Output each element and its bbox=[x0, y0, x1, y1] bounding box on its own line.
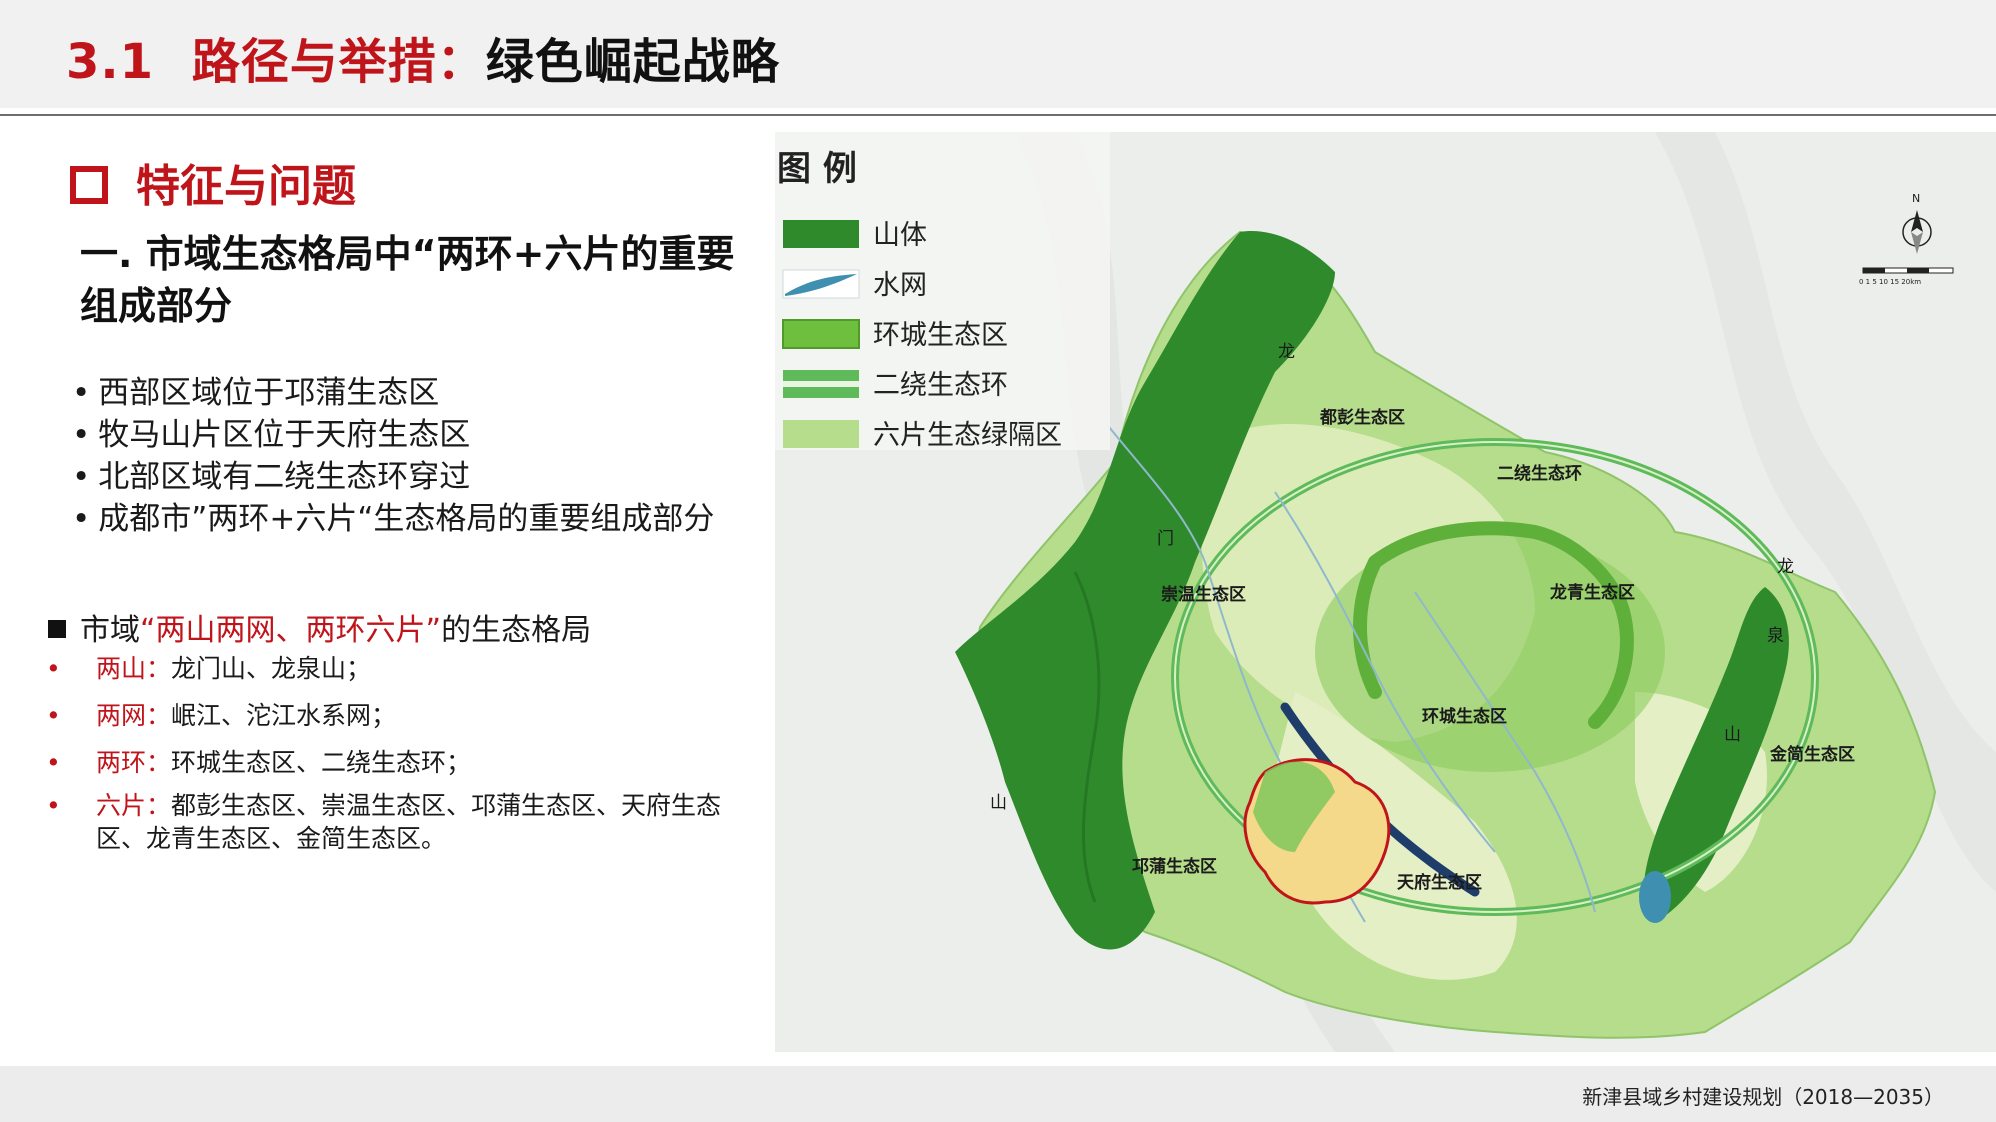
list-item: 成都市”两环+六片“生态格局的重要组成部分 bbox=[72, 498, 714, 540]
hollow-square-icon bbox=[70, 166, 108, 204]
title-black-part: 绿色崛起战略 bbox=[485, 34, 780, 90]
ecological-pattern-list: 两山：龙门山、龙泉山； 两网：岷江、沱江水系网； 两环：环城生态区、二绕生态环；… bbox=[44, 652, 764, 869]
ecological-pattern-map: 图 例 山体 水网 环城生态区 二绕生态环 六片生态绿隔区 N 0 1 5 10… bbox=[775, 132, 1996, 1052]
footer-text: 新津县域乡村建设规划（2018—2035） bbox=[1582, 1085, 1944, 1109]
legend-swatch-greenbelt bbox=[783, 420, 859, 448]
filled-square-icon bbox=[48, 619, 66, 638]
mountain-char: 山 bbox=[1724, 725, 1741, 745]
mountain-char: 龙 bbox=[1278, 342, 1295, 362]
scale-bar bbox=[1862, 267, 1954, 274]
pattern-text: 岷江、沱江水系网； bbox=[171, 701, 397, 730]
legend-label: 环城生态区 bbox=[873, 320, 1008, 351]
feature-bullet-list: 西部区域位于邛蒲生态区 牧马山片区位于天府生态区 北部区域有二绕生态环穿过 成都… bbox=[72, 372, 714, 540]
list-item: 六片：都彭生态区、崇温生态区、邛蒲生态区、天府生态区、龙青生态区、金简生态区。 bbox=[44, 789, 764, 855]
page-title: 3.1 路径与举措：绿色崛起战略 bbox=[66, 22, 780, 92]
legend-title: 图 例 bbox=[777, 149, 857, 189]
ecological-pattern-heading: 市域“两山两网、两环六片”的生态格局 bbox=[48, 605, 591, 649]
legend-label: 六片生态绿隔区 bbox=[873, 420, 1062, 451]
legend-label: 二绕生态环 bbox=[873, 370, 1008, 401]
list-item: 北部区域有二绕生态环穿过 bbox=[72, 456, 714, 498]
pattern-term: 两网： bbox=[96, 701, 172, 730]
legend-label: 山体 bbox=[873, 220, 927, 251]
list-item: 两环：环城生态区、二绕生态环； bbox=[44, 746, 764, 779]
zone-label-chongwen: 崇温生态区 bbox=[1161, 584, 1246, 605]
zone-label-tianfu: 天府生态区 bbox=[1397, 872, 1482, 893]
list-item: 两山：龙门山、龙泉山； bbox=[44, 652, 764, 685]
zone-label-qiongpu: 邛蒲生态区 bbox=[1132, 856, 1217, 877]
list-item: 西部区域位于邛蒲生态区 bbox=[72, 372, 714, 414]
pattern-heading-prefix: 市域 bbox=[80, 613, 140, 648]
list-item: 两网：岷江、沱江水系网； bbox=[44, 699, 764, 732]
zone-label-huancheng: 环城生态区 bbox=[1422, 706, 1507, 727]
scale-text: 0 1 5 10 15 20km bbox=[1859, 278, 1921, 286]
list-item: 牧马山片区位于天府生态区 bbox=[72, 414, 714, 456]
legend-swatch-mountain bbox=[783, 220, 859, 248]
pattern-term: 六片： bbox=[96, 791, 172, 820]
section-title-text: 特征与问题 bbox=[136, 161, 356, 212]
pattern-heading-quoted: “两山两网、两环六片” bbox=[140, 613, 442, 648]
zone-label-dupeng: 都彭生态区 bbox=[1319, 407, 1405, 428]
section-title: 特征与问题 bbox=[70, 150, 356, 214]
reservoir bbox=[1639, 871, 1671, 923]
pattern-text: 龙门山、龙泉山； bbox=[171, 654, 372, 683]
pattern-term: 两环： bbox=[96, 748, 172, 777]
title-number: 3.1 bbox=[66, 34, 155, 90]
sub-heading: 一. 市域生态格局中“两环+六片的重要组成部分 bbox=[80, 232, 735, 328]
mountain-char: 门 bbox=[1157, 529, 1174, 549]
header-divider bbox=[0, 114, 1996, 116]
legend-swatch-ring-stripe bbox=[783, 381, 859, 387]
title-red-part: 路径与举措： bbox=[191, 34, 486, 90]
zone-label-longqing: 龙青生态区 bbox=[1549, 582, 1635, 603]
zone-label-jinjian: 金简生态区 bbox=[1769, 744, 1855, 765]
pattern-text: 都彭生态区、崇温生态区、邛蒲生态区、天府生态区、龙青生态区、金简生态区。 bbox=[96, 791, 722, 853]
north-label: N bbox=[1912, 192, 1920, 205]
pattern-text: 环城生态区、二绕生态环； bbox=[171, 748, 472, 777]
mountain-char: 龙 bbox=[1777, 557, 1794, 577]
pattern-term: 两山： bbox=[96, 654, 172, 683]
mountain-char: 泉 bbox=[1767, 626, 1784, 646]
ring-label-erraoring: 二绕生态环 bbox=[1497, 463, 1582, 484]
legend-swatch-huancheng bbox=[782, 319, 860, 349]
legend-label: 水网 bbox=[873, 270, 927, 301]
mountain-char: 山 bbox=[990, 793, 1007, 813]
pattern-heading-suffix: 的生态格局 bbox=[441, 613, 592, 648]
